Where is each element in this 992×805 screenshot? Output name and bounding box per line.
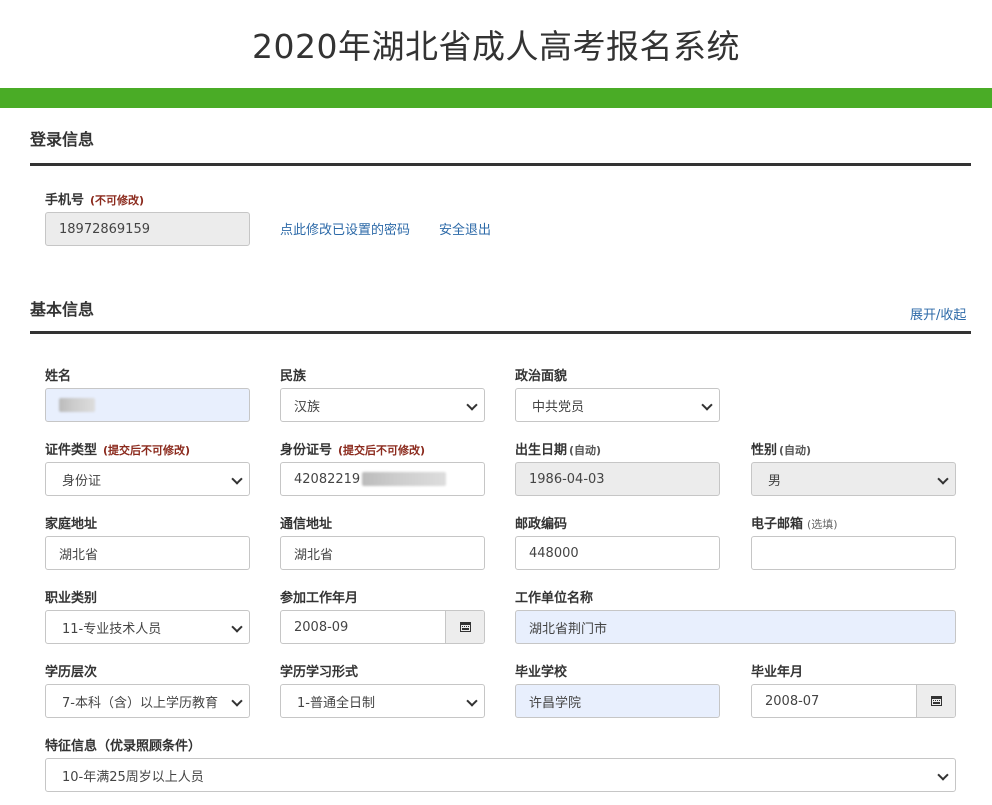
id-number-note: (提交后不可修改) — [338, 444, 426, 457]
gender-select: 男 — [751, 462, 956, 496]
name-label: 姓名 — [45, 369, 72, 384]
chevron-down-icon — [701, 399, 713, 411]
work-start-field[interactable]: 2008-09 — [280, 610, 485, 644]
ethnicity-label: 民族 — [280, 369, 307, 384]
occupation-select[interactable]: 11-专业技术人员 — [45, 610, 250, 644]
logout-link[interactable]: 安全退出 — [439, 219, 491, 238]
postal-field[interactable]: 448000 — [515, 536, 720, 570]
chevron-down-icon — [466, 399, 478, 411]
id-number-field[interactable]: 42082219 — [280, 462, 485, 496]
phone-field[interactable]: 18972869159 — [45, 212, 250, 246]
postal-label: 邮政编码 — [515, 517, 568, 532]
employer-label: 工作单位名称 — [515, 591, 594, 606]
page-title: 2020年湖北省成人高考报名系统 — [252, 27, 740, 66]
chevron-down-icon — [231, 473, 243, 485]
feature-label: 特征信息（优录照顾条件） — [45, 739, 202, 754]
study-form-label: 学历学习形式 — [280, 665, 359, 680]
phone-note: (不可修改) — [90, 194, 145, 207]
birth-note: (自动) — [569, 444, 602, 457]
school-field[interactable]: 许昌学院 — [515, 684, 720, 718]
home-address-field[interactable]: 湖北省 — [45, 536, 250, 570]
id-type-select[interactable]: 身份证 — [45, 462, 250, 496]
email-label: 电子邮箱 (选填) — [751, 517, 838, 532]
masked-id-digits — [362, 472, 447, 486]
birth-label: 出生日期 (自动) — [515, 443, 602, 458]
school-label: 毕业学校 — [515, 665, 568, 680]
expand-collapse-link[interactable]: 展开/收起 — [910, 304, 966, 323]
basic-section-title: 基本信息 — [30, 300, 95, 319]
study-form-select[interactable]: 1-普通全日制 — [280, 684, 485, 718]
grad-date-field[interactable]: 2008-07 — [751, 684, 956, 718]
political-label: 政治面貌 — [515, 369, 568, 384]
email-note: (选填) — [807, 518, 838, 531]
chevron-down-icon — [937, 769, 949, 781]
basic-section: 基本信息 — [0, 276, 992, 334]
edu-level-label: 学历层次 — [45, 665, 98, 680]
basic-section-header: 基本信息 — [30, 276, 971, 334]
name-field[interactable] — [45, 388, 250, 422]
feature-select[interactable]: 10-年满25周岁以上人员 — [45, 758, 956, 792]
edu-level-select[interactable]: 7-本科（含）以上学历教育 — [45, 684, 250, 718]
masked-name — [59, 398, 95, 412]
id-type-label: 证件类型 (提交后不可修改) — [45, 443, 191, 458]
email-field[interactable] — [751, 536, 956, 570]
id-type-note: (提交后不可修改) — [103, 444, 191, 457]
birth-field: 1986-04-03 — [515, 462, 720, 496]
calendar-icon — [459, 622, 471, 632]
gender-note: (自动) — [779, 444, 812, 457]
login-section-title: 登录信息 — [30, 130, 95, 149]
accent-bar — [0, 88, 992, 108]
mail-address-field[interactable]: 湖北省 — [280, 536, 485, 570]
chevron-down-icon — [466, 695, 478, 707]
chevron-down-icon — [937, 473, 949, 485]
work-start-calendar-button[interactable] — [445, 611, 484, 643]
chevron-down-icon — [231, 621, 243, 633]
grad-date-label: 毕业年月 — [751, 665, 804, 680]
ethnicity-select[interactable]: 汉族 — [280, 388, 485, 422]
phone-label: 手机号 (不可修改) — [45, 193, 145, 208]
employer-field[interactable]: 湖北省荆门市 — [515, 610, 956, 644]
mail-address-label: 通信地址 — [280, 517, 333, 532]
login-section: 登录信息 — [0, 108, 992, 166]
grad-date-calendar-button[interactable] — [916, 685, 955, 717]
id-number-label: 身份证号 (提交后不可修改) — [280, 443, 426, 458]
page-header: 2020年湖北省成人高考报名系统 — [0, 0, 992, 88]
change-password-link[interactable]: 点此修改已设置的密码 — [280, 219, 410, 238]
occupation-label: 职业类别 — [45, 591, 98, 606]
calendar-icon — [930, 696, 942, 706]
political-select[interactable]: 中共党员 — [515, 388, 720, 422]
chevron-down-icon — [231, 695, 243, 707]
login-section-header: 登录信息 — [30, 108, 971, 166]
work-start-label: 参加工作年月 — [280, 591, 359, 606]
gender-label: 性别 (自动) — [751, 443, 812, 458]
home-address-label: 家庭地址 — [45, 517, 98, 532]
